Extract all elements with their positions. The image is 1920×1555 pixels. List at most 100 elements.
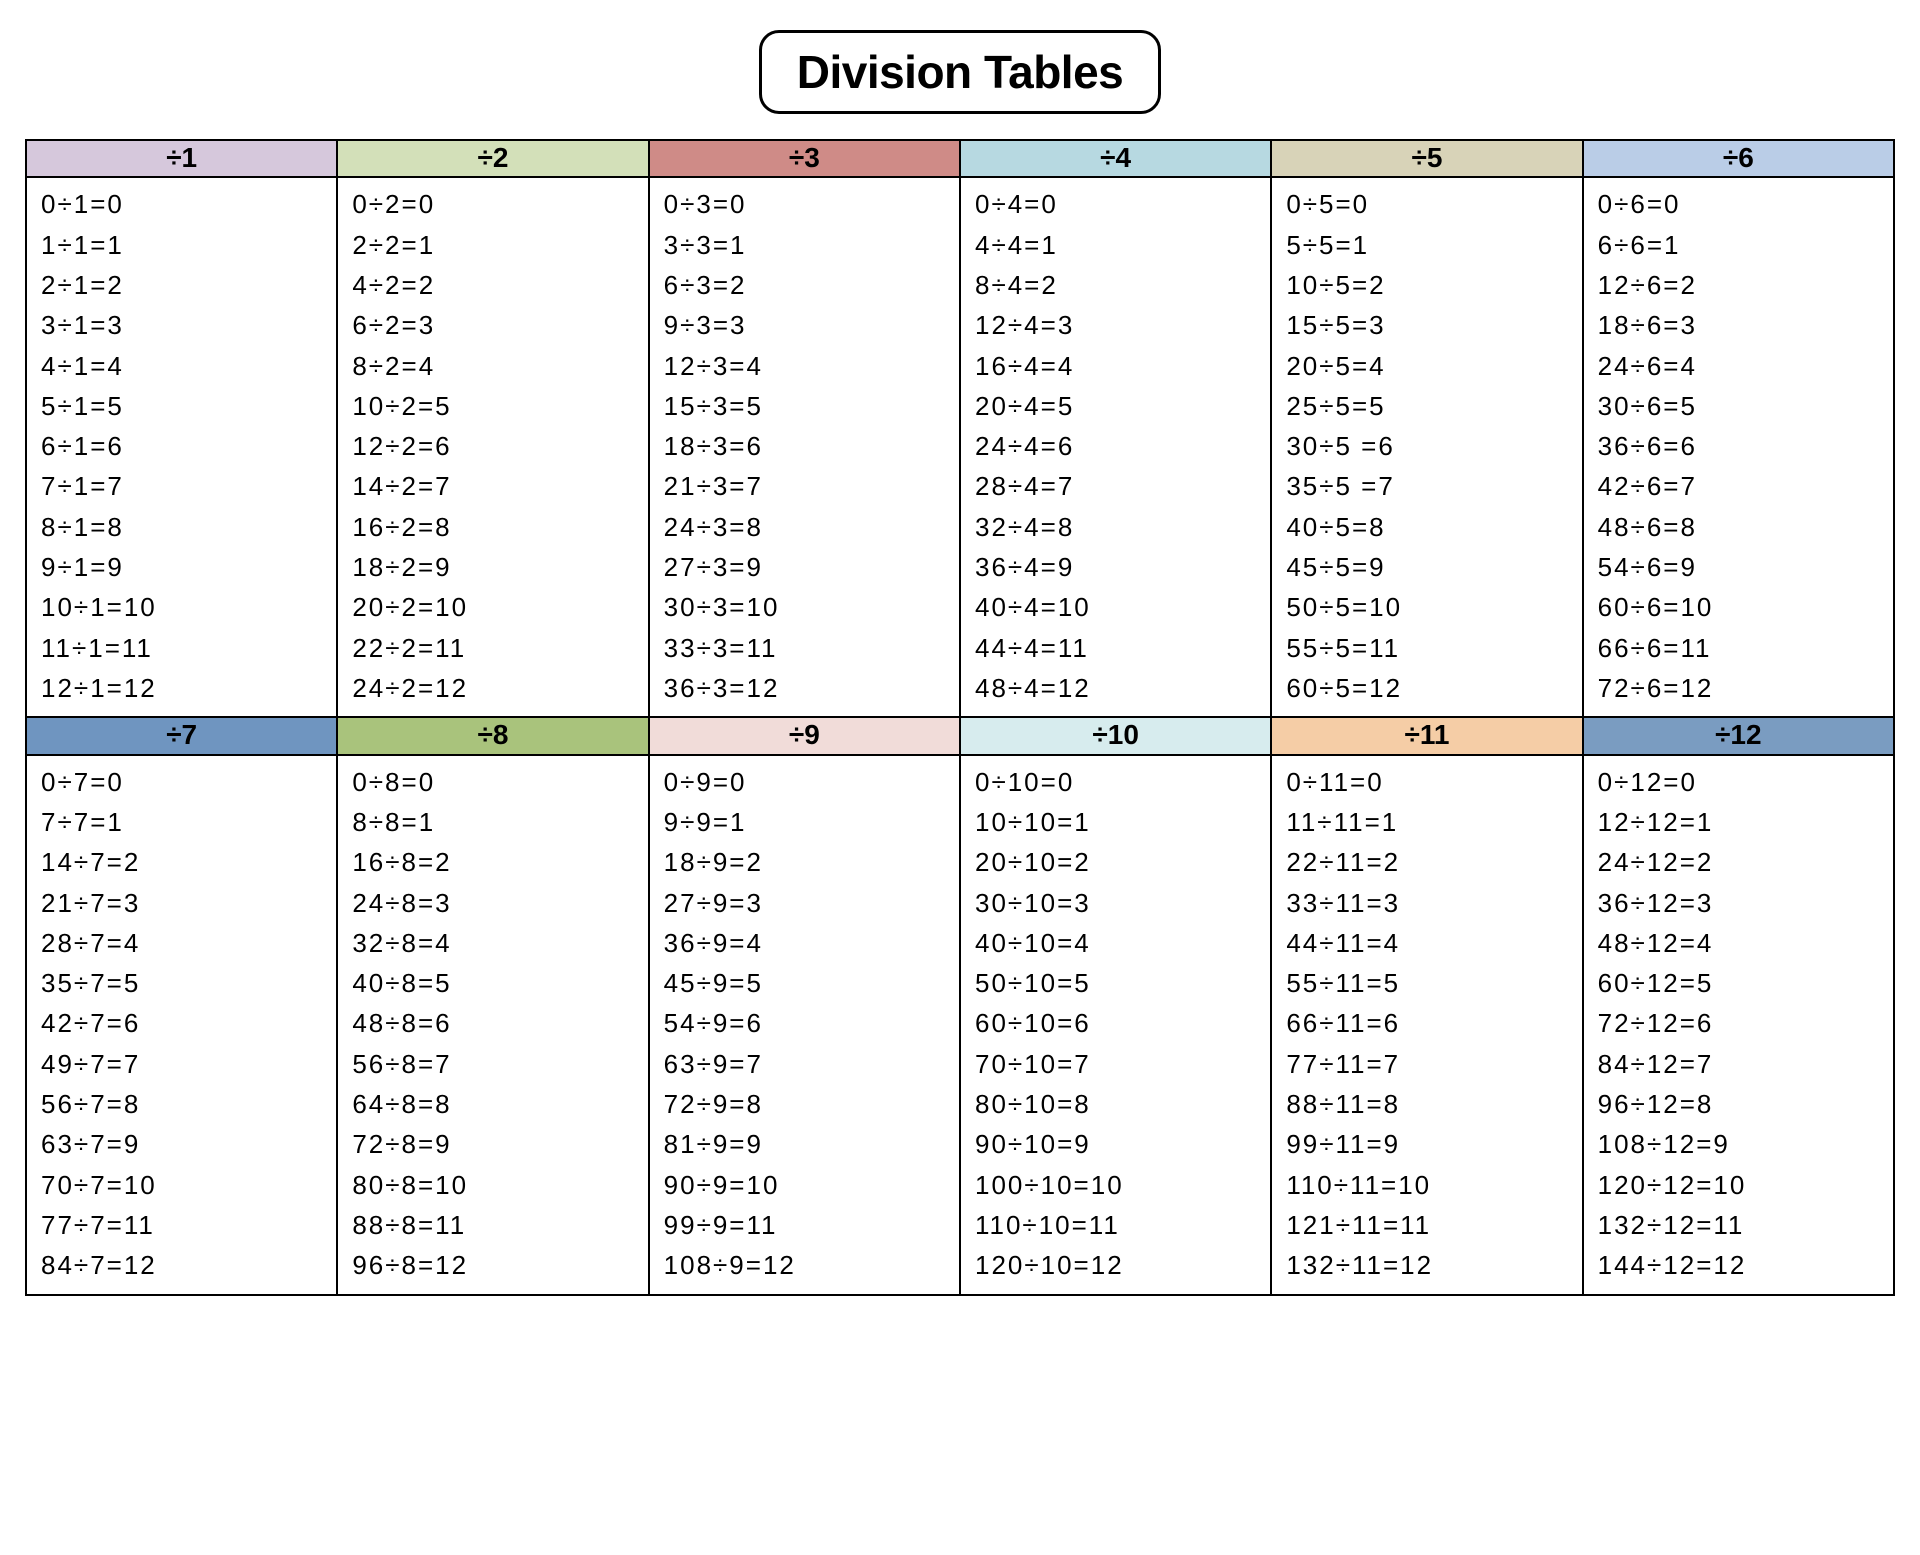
table-row: 33÷3=11 — [664, 628, 949, 668]
table-row: 90÷10=9 — [975, 1124, 1260, 1164]
table-row: 21÷7=3 — [41, 883, 326, 923]
table-header: ÷11 — [1272, 718, 1581, 755]
table-row: 20÷4=5 — [975, 386, 1260, 426]
table-row: 54÷9=6 — [664, 1003, 949, 1043]
table-row: 11÷1=11 — [41, 628, 326, 668]
table-row: 12÷2=6 — [352, 426, 637, 466]
table-row: 7÷7=1 — [41, 802, 326, 842]
table-row: 11÷11=1 — [1286, 802, 1571, 842]
table-row: 10÷2=5 — [352, 386, 637, 426]
table-header: ÷10 — [961, 718, 1270, 755]
table-row: 24÷8=3 — [352, 883, 637, 923]
table-row: 80÷8=10 — [352, 1165, 637, 1205]
division-table-11: ÷110÷11=011÷11=122÷11=233÷11=344÷11=455÷… — [1271, 717, 1582, 1294]
table-row: 24÷6=4 — [1598, 346, 1883, 386]
table-row: 77÷11=7 — [1286, 1044, 1571, 1084]
table-row: 144÷12=12 — [1598, 1245, 1883, 1285]
table-row: 77÷7=11 — [41, 1205, 326, 1245]
table-row: 50÷5=10 — [1286, 587, 1571, 627]
table-rows: 0÷1=01÷1=12÷1=23÷1=34÷1=45÷1=56÷1=67÷1=7… — [27, 178, 336, 716]
table-row: 60÷12=5 — [1598, 963, 1883, 1003]
table-row: 5÷1=5 — [41, 386, 326, 426]
table-row: 50÷10=5 — [975, 963, 1260, 1003]
table-row: 0÷9=0 — [664, 762, 949, 802]
table-rows: 0÷12=012÷12=124÷12=236÷12=348÷12=460÷12=… — [1584, 756, 1893, 1294]
table-row: 18÷6=3 — [1598, 305, 1883, 345]
table-row: 121÷11=11 — [1286, 1205, 1571, 1245]
table-row: 32÷8=4 — [352, 923, 637, 963]
table-row: 5÷5=1 — [1286, 225, 1571, 265]
table-row: 88÷11=8 — [1286, 1084, 1571, 1124]
table-row: 12÷4=3 — [975, 305, 1260, 345]
table-row: 120÷12=10 — [1598, 1165, 1883, 1205]
table-row: 110÷11=10 — [1286, 1165, 1571, 1205]
division-table-7: ÷70÷7=07÷7=114÷7=221÷7=328÷7=435÷7=542÷7… — [26, 717, 337, 1294]
table-row: 100÷10=10 — [975, 1165, 1260, 1205]
table-row: 88÷8=11 — [352, 1205, 637, 1245]
table-row: 14÷2=7 — [352, 466, 637, 506]
table-row: 66÷11=6 — [1286, 1003, 1571, 1043]
table-row: 110÷10=11 — [975, 1205, 1260, 1245]
table-row: 45÷9=5 — [664, 963, 949, 1003]
table-rows: 0÷6=06÷6=112÷6=218÷6=324÷6=430÷6=536÷6=6… — [1584, 178, 1893, 716]
table-row: 8÷1=8 — [41, 507, 326, 547]
table-row: 36÷4=9 — [975, 547, 1260, 587]
table-row: 45÷5=9 — [1286, 547, 1571, 587]
table-row: 6÷2=3 — [352, 305, 637, 345]
table-header: ÷9 — [650, 718, 959, 755]
table-row: 0÷12=0 — [1598, 762, 1883, 802]
table-row: 66÷6=11 — [1598, 628, 1883, 668]
table-row: 6÷6=1 — [1598, 225, 1883, 265]
division-tables-grid: ÷10÷1=01÷1=12÷1=23÷1=34÷1=45÷1=56÷1=67÷1… — [25, 139, 1895, 1296]
table-row: 0÷6=0 — [1598, 184, 1883, 224]
table-row: 48÷6=8 — [1598, 507, 1883, 547]
table-row: 4÷4=1 — [975, 225, 1260, 265]
table-row: 8÷2=4 — [352, 346, 637, 386]
table-row: 4÷2=2 — [352, 265, 637, 305]
table-header: ÷5 — [1272, 141, 1581, 178]
table-row: 120÷10=12 — [975, 1245, 1260, 1285]
table-row: 48÷8=6 — [352, 1003, 637, 1043]
table-row: 60÷10=6 — [975, 1003, 1260, 1043]
table-header: ÷2 — [338, 141, 647, 178]
table-row: 56÷7=8 — [41, 1084, 326, 1124]
table-rows: 0÷4=04÷4=18÷4=212÷4=316÷4=420÷4=524÷4=62… — [961, 178, 1270, 716]
table-row: 4÷1=4 — [41, 346, 326, 386]
table-row: 15÷5=3 — [1286, 305, 1571, 345]
table-header: ÷3 — [650, 141, 959, 178]
table-row: 20÷10=2 — [975, 842, 1260, 882]
table-row: 33÷11=3 — [1286, 883, 1571, 923]
table-row: 72÷8=9 — [352, 1124, 637, 1164]
table-rows: 0÷5=05÷5=110÷5=215÷5=320÷5=425÷5=530÷5 =… — [1272, 178, 1581, 716]
table-row: 35÷5 =7 — [1286, 466, 1571, 506]
table-row: 0÷3=0 — [664, 184, 949, 224]
table-row: 63÷7=9 — [41, 1124, 326, 1164]
table-row: 14÷7=2 — [41, 842, 326, 882]
table-row: 18÷9=2 — [664, 842, 949, 882]
table-row: 63÷9=7 — [664, 1044, 949, 1084]
division-table-8: ÷80÷8=08÷8=116÷8=224÷8=332÷8=440÷8=548÷8… — [337, 717, 648, 1294]
table-row: 49÷7=7 — [41, 1044, 326, 1084]
table-row: 80÷10=8 — [975, 1084, 1260, 1124]
table-row: 0÷7=0 — [41, 762, 326, 802]
table-row: 60÷5=12 — [1286, 668, 1571, 708]
table-row: 40÷5=8 — [1286, 507, 1571, 547]
table-row: 0÷2=0 — [352, 184, 637, 224]
table-row: 44÷11=4 — [1286, 923, 1571, 963]
table-row: 60÷6=10 — [1598, 587, 1883, 627]
table-rows: 0÷3=03÷3=16÷3=29÷3=312÷3=415÷3=518÷3=621… — [650, 178, 959, 716]
table-row: 24÷2=12 — [352, 668, 637, 708]
table-row: 10÷5=2 — [1286, 265, 1571, 305]
table-row: 25÷5=5 — [1286, 386, 1571, 426]
table-header: ÷6 — [1584, 141, 1893, 178]
table-row: 30÷5 =6 — [1286, 426, 1571, 466]
table-row: 132÷11=12 — [1286, 1245, 1571, 1285]
table-row: 16÷4=4 — [975, 346, 1260, 386]
table-row: 0÷1=0 — [41, 184, 326, 224]
table-row: 24÷4=6 — [975, 426, 1260, 466]
table-row: 24÷3=8 — [664, 507, 949, 547]
table-row: 0÷11=0 — [1286, 762, 1571, 802]
table-row: 99÷9=11 — [664, 1205, 949, 1245]
table-row: 55÷5=11 — [1286, 628, 1571, 668]
table-row: 70÷10=7 — [975, 1044, 1260, 1084]
